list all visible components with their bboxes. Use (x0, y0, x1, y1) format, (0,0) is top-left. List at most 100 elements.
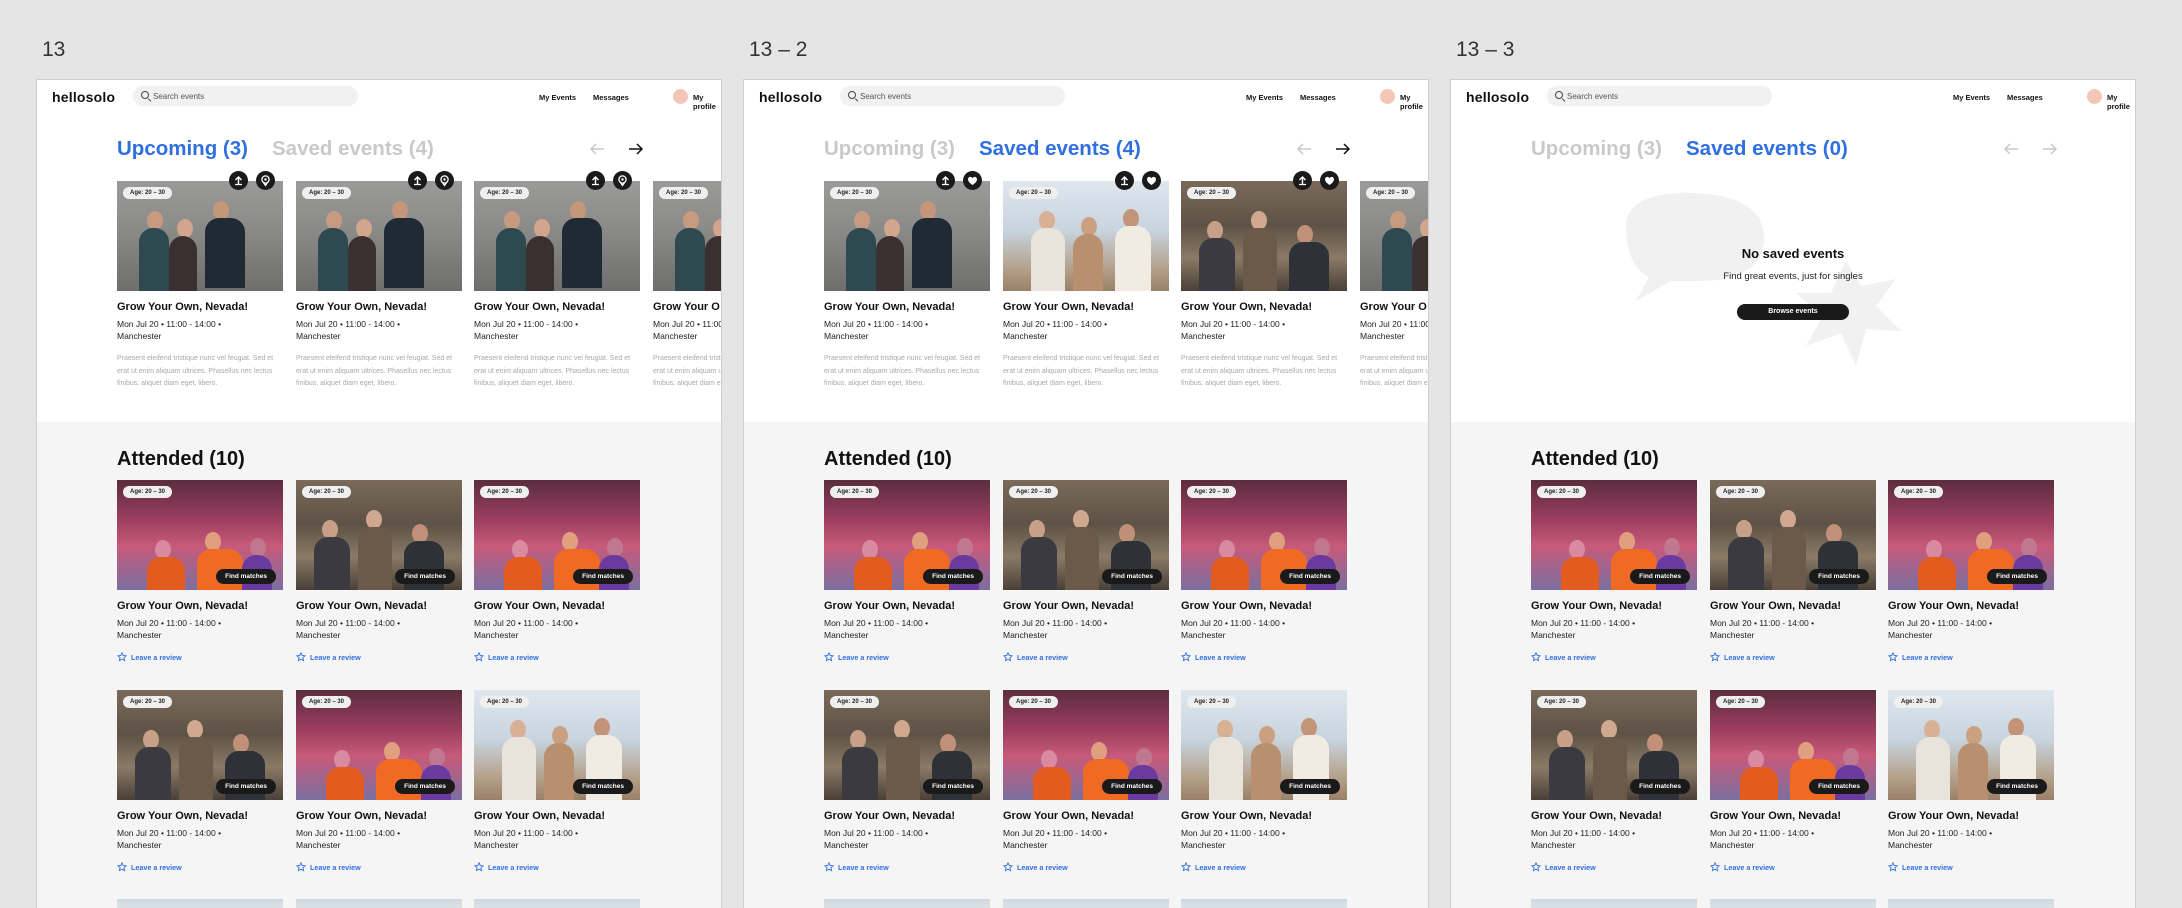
search-input[interactable] (1567, 86, 1762, 106)
event-photo[interactable]: Age: 20 – 30 (1003, 181, 1169, 291)
leave-review-link[interactable]: Leave a review (1888, 862, 1953, 872)
leave-review-link[interactable]: Leave a review (474, 652, 539, 662)
attended-event-card[interactable]: Age: 20 – 30 Find matches Grow Your Own, N… (1888, 690, 2054, 890)
event-photo[interactable]: Age: 20 – 30 Find matches (1003, 690, 1169, 800)
find-matches-button[interactable]: Find matches (216, 779, 276, 794)
event-photo[interactable]: Age: 20 – 30 Find matches (1710, 690, 1876, 800)
event-title[interactable]: Grow Your Own, Nevada! (1888, 810, 2019, 822)
event-title[interactable]: Grow Your Own, Nevada! (474, 600, 605, 612)
share-button[interactable] (936, 171, 955, 190)
leave-review-link[interactable]: Leave a review (824, 862, 889, 872)
attended-event-card[interactable]: Age: 20 – 30 Find matches Grow Your Own, N… (474, 690, 640, 890)
attended-event-card[interactable]: Age: 20 – 30 Find matches Grow Your Own, N… (1710, 480, 1876, 680)
find-matches-button[interactable]: Find matches (395, 569, 455, 584)
leave-review-link[interactable]: Leave a review (117, 652, 182, 662)
event-title[interactable]: Grow Your O (653, 301, 720, 313)
attended-event-card[interactable]: Age: 20 – 30 Find matches Grow Your Own, N… (1531, 480, 1697, 680)
event-photo[interactable]: Age: 20 – 30 Find matches (1710, 480, 1876, 590)
carousel-prev-button[interactable] (588, 141, 606, 157)
brand-logo[interactable]: hellosolo (1466, 89, 1529, 105)
event-title[interactable]: Grow Your Own, Nevada! (824, 600, 955, 612)
event-title[interactable]: Grow Your Own, Nevada! (117, 810, 248, 822)
event-photo[interactable]: Age: 20 – 30 Find matches (474, 690, 640, 800)
tab-saved-events[interactable]: Saved events (4) (979, 137, 1141, 161)
find-matches-button[interactable]: Find matches (923, 569, 983, 584)
event-title[interactable]: Grow Your Own, Nevada! (1710, 810, 1841, 822)
nav-my-events[interactable]: My Events (539, 93, 576, 102)
heart-button[interactable] (963, 171, 982, 190)
search-input[interactable] (860, 86, 1055, 106)
search-input[interactable] (153, 86, 348, 106)
event-photo[interactable]: Age: 20 – 30 Find matches (1888, 480, 2054, 590)
event-title[interactable]: Grow Your Own, Nevada! (1531, 600, 1662, 612)
leave-review-link[interactable]: Leave a review (1710, 652, 1775, 662)
find-matches-button[interactable]: Find matches (1280, 779, 1340, 794)
event-title[interactable]: Grow Your Own, Nevada! (296, 301, 427, 313)
find-matches-button[interactable]: Find matches (1987, 779, 2047, 794)
find-matches-button[interactable]: Find matches (1102, 779, 1162, 794)
nav-my-profile[interactable]: My profile (2107, 93, 2135, 111)
event-title[interactable]: Grow Your Own, Nevada! (117, 301, 248, 313)
pin-button[interactable] (256, 171, 275, 190)
find-matches-button[interactable]: Find matches (1987, 569, 2047, 584)
event-photo[interactable]: Age: 20 – 30 (824, 181, 990, 291)
event-title[interactable]: Grow Your Own, Nevada! (296, 600, 427, 612)
pin-button[interactable] (435, 171, 454, 190)
share-button[interactable] (1293, 171, 1312, 190)
event-title[interactable]: Grow Your Own, Nevada! (824, 810, 955, 822)
leave-review-link[interactable]: Leave a review (1181, 652, 1246, 662)
event-photo[interactable]: Age: 20 – 30 Find matches (1181, 480, 1347, 590)
share-button[interactable] (229, 171, 248, 190)
carousel-prev-button[interactable] (2002, 141, 2020, 157)
event-title[interactable]: Grow Your Own, Nevada! (1003, 600, 1134, 612)
leave-review-link[interactable]: Leave a review (296, 862, 361, 872)
event-title[interactable]: Grow Your Own, Nevada! (1888, 600, 2019, 612)
attended-event-card[interactable]: Age: 20 – 30 Find matches Grow Your Own, N… (824, 690, 990, 890)
find-matches-button[interactable]: Find matches (573, 779, 633, 794)
attended-event-card[interactable]: Age: 20 – 30 Find matches Grow Your Own, N… (296, 480, 462, 680)
leave-review-link[interactable]: Leave a review (296, 652, 361, 662)
event-photo[interactable]: Age: 20 – 30 Find matches (117, 690, 283, 800)
attended-event-card[interactable]: Age: 20 – 30 Find matches Grow Your Own, N… (1181, 480, 1347, 680)
attended-event-card[interactable]: Age: 20 – 30 Find matches Grow Your Own, N… (474, 480, 640, 680)
nav-messages[interactable]: Messages (593, 93, 629, 102)
tab-saved-events[interactable]: Saved events (4) (272, 137, 434, 161)
attended-event-card[interactable]: Age: 20 – 30 Find matches Grow Your Own, N… (1003, 690, 1169, 890)
carousel-prev-button[interactable] (1295, 141, 1313, 157)
event-title[interactable]: Grow Your Own, Nevada! (474, 810, 605, 822)
event-photo[interactable]: Age: 20 – 30 Find matches (296, 480, 462, 590)
event-title[interactable]: Grow Your Own, Nevada! (117, 600, 248, 612)
event-photo[interactable]: Age: 20 – 30 Find matches (824, 480, 990, 590)
nav-my-events[interactable]: My Events (1246, 93, 1283, 102)
event-photo[interactable]: Age: 20 – 30 (296, 181, 462, 291)
nav-my-profile[interactable]: My profile (693, 93, 721, 111)
brand-logo[interactable]: hellosolo (52, 89, 115, 105)
attended-event-card[interactable]: Age: 20 – 30 Find matches Grow Your Own, N… (296, 690, 462, 890)
event-title[interactable]: Grow Your Own, Nevada! (296, 810, 427, 822)
event-title[interactable]: Grow Your Own, Nevada! (1181, 301, 1312, 313)
event-photo[interactable]: Age: 20 – 30 (474, 181, 640, 291)
search-bar[interactable] (1547, 86, 1772, 106)
avatar[interactable] (673, 89, 688, 104)
find-matches-button[interactable]: Find matches (1102, 569, 1162, 584)
leave-review-link[interactable]: Leave a review (1181, 862, 1246, 872)
find-matches-button[interactable]: Find matches (1280, 569, 1340, 584)
share-button[interactable] (586, 171, 605, 190)
avatar[interactable] (1380, 89, 1395, 104)
leave-review-link[interactable]: Leave a review (1003, 862, 1068, 872)
attended-event-card[interactable]: Age: 20 – 30 Find matches Grow Your Own, N… (1003, 480, 1169, 680)
find-matches-button[interactable]: Find matches (216, 569, 276, 584)
attended-event-card[interactable]: Age: 20 – 30 Find matches Grow Your Own, N… (1710, 690, 1876, 890)
leave-review-link[interactable]: Leave a review (117, 862, 182, 872)
event-title[interactable]: Grow Your Own, Nevada! (474, 301, 605, 313)
leave-review-link[interactable]: Leave a review (1888, 652, 1953, 662)
event-photo[interactable]: Age: 20 – 30 Find matches (824, 690, 990, 800)
event-title[interactable]: Grow Your Own, Nevada! (1531, 810, 1662, 822)
search-bar[interactable] (840, 86, 1065, 106)
share-button[interactable] (408, 171, 427, 190)
carousel-next-button[interactable] (1334, 141, 1352, 157)
event-photo[interactable]: Age: 20 – 30 (653, 181, 721, 291)
event-title[interactable]: Grow Your Own, Nevada! (1181, 600, 1312, 612)
leave-review-link[interactable]: Leave a review (1531, 652, 1596, 662)
brand-logo[interactable]: hellosolo (759, 89, 822, 105)
